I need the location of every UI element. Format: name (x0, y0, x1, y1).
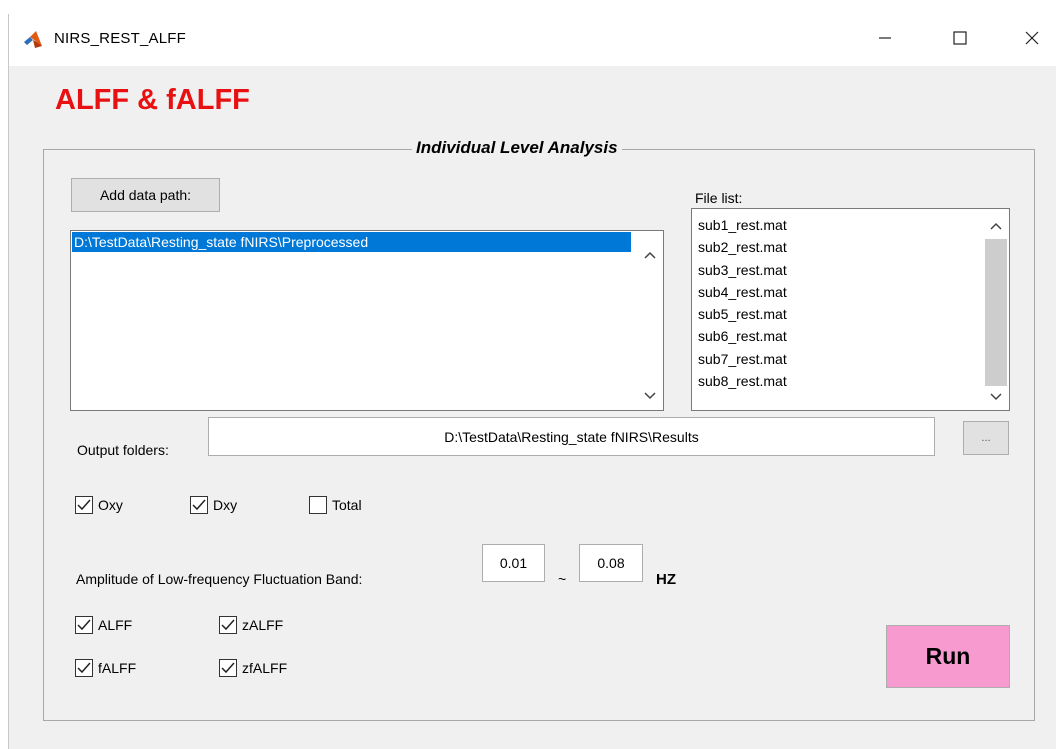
close-button[interactable] (1009, 22, 1055, 58)
run-button[interactable]: Run (886, 625, 1010, 688)
alff-checkbox-box[interactable] (75, 616, 93, 634)
chevron-up-icon[interactable] (989, 219, 1003, 233)
maximize-button[interactable] (937, 22, 983, 58)
zalff-checkbox[interactable]: zALFF (219, 616, 283, 634)
dxy-checkbox-box[interactable] (190, 496, 208, 514)
oxy-checkbox-box[interactable] (75, 496, 93, 514)
alff-label: ALFF (98, 617, 133, 633)
chevron-up-icon[interactable] (643, 248, 657, 262)
data-path-item[interactable]: D:\TestData\Resting_state fNIRS\Preproce… (72, 232, 631, 252)
oxy-checkbox[interactable]: Oxy (75, 496, 123, 514)
total-checkbox[interactable]: Total (309, 496, 362, 514)
band-separator: ~ (558, 571, 567, 587)
zalff-checkbox-box[interactable] (219, 616, 237, 634)
dxy-label: Dxy (213, 497, 238, 513)
file-list[interactable]: sub1_rest.mat sub2_rest.mat sub3_rest.ma… (691, 208, 1010, 411)
oxy-label: Oxy (98, 497, 123, 513)
page-heading: ALFF & fALFF (55, 84, 250, 116)
add-data-path-button[interactable]: Add data path: (71, 178, 220, 212)
total-label: Total (332, 497, 362, 513)
zfalff-checkbox-box[interactable] (219, 659, 237, 677)
minimize-icon (878, 31, 892, 50)
matlab-logo-icon (23, 30, 43, 50)
zalff-label: zALFF (242, 617, 284, 633)
checkmark-icon (77, 662, 91, 674)
title-bar[interactable]: NIRS_REST_ALFF (9, 14, 1056, 66)
minimize-button[interactable] (862, 22, 908, 58)
maximize-icon (953, 30, 967, 50)
band-high-input[interactable]: 0.08 (579, 544, 643, 582)
total-checkbox-box[interactable] (309, 496, 327, 514)
zfalff-checkbox[interactable]: zfALFF (219, 659, 287, 677)
frequency-band-label: Amplitude of Low-frequency Fluctuation B… (76, 571, 363, 587)
panel-title: Individual Level Analysis (412, 138, 622, 158)
file-list-item[interactable]: sub7_rest.mat (698, 348, 787, 370)
falff-label: fALFF (98, 660, 137, 676)
data-path-list[interactable]: D:\TestData\Resting_state fNIRS\Preproce… (70, 230, 664, 411)
falff-checkbox-box[interactable] (75, 659, 93, 677)
file-list-scrollbar-thumb[interactable] (985, 239, 1007, 386)
window-title: NIRS_REST_ALFF (54, 30, 186, 47)
file-list-item[interactable]: sub4_rest.mat (698, 281, 787, 303)
app-window: NIRS_REST_ALFF ALFF & fALFF Individual L… (8, 14, 1056, 749)
checkmark-icon (77, 619, 91, 631)
chevron-down-icon[interactable] (989, 390, 1003, 404)
band-low-input[interactable]: 0.01 (482, 544, 545, 582)
output-folder-field[interactable]: D:\TestData\Resting_state fNIRS\Results (208, 417, 935, 456)
file-list-item[interactable]: sub1_rest.mat (698, 214, 787, 236)
dxy-checkbox[interactable]: Dxy (190, 496, 237, 514)
band-unit: HZ (656, 571, 676, 588)
file-list-item[interactable]: sub3_rest.mat (698, 259, 787, 281)
checkmark-icon (221, 662, 235, 674)
alff-checkbox[interactable]: ALFF (75, 616, 132, 634)
zfalff-label: zfALFF (242, 660, 288, 676)
output-folder-label: Output folders: (77, 442, 169, 458)
close-icon (1025, 31, 1039, 50)
chevron-down-icon[interactable] (643, 389, 657, 403)
checkmark-icon (221, 619, 235, 631)
file-list-item[interactable]: sub2_rest.mat (698, 236, 787, 258)
file-list-label: File list: (695, 190, 743, 206)
file-list-item[interactable]: sub6_rest.mat (698, 325, 787, 347)
falff-checkbox[interactable]: fALFF (75, 659, 136, 677)
checkmark-icon (77, 499, 91, 511)
browse-output-button[interactable]: ... (963, 421, 1009, 455)
checkmark-icon (192, 499, 206, 511)
file-list-item[interactable]: sub8_rest.mat (698, 370, 787, 392)
file-list-item[interactable]: sub5_rest.mat (698, 303, 787, 325)
